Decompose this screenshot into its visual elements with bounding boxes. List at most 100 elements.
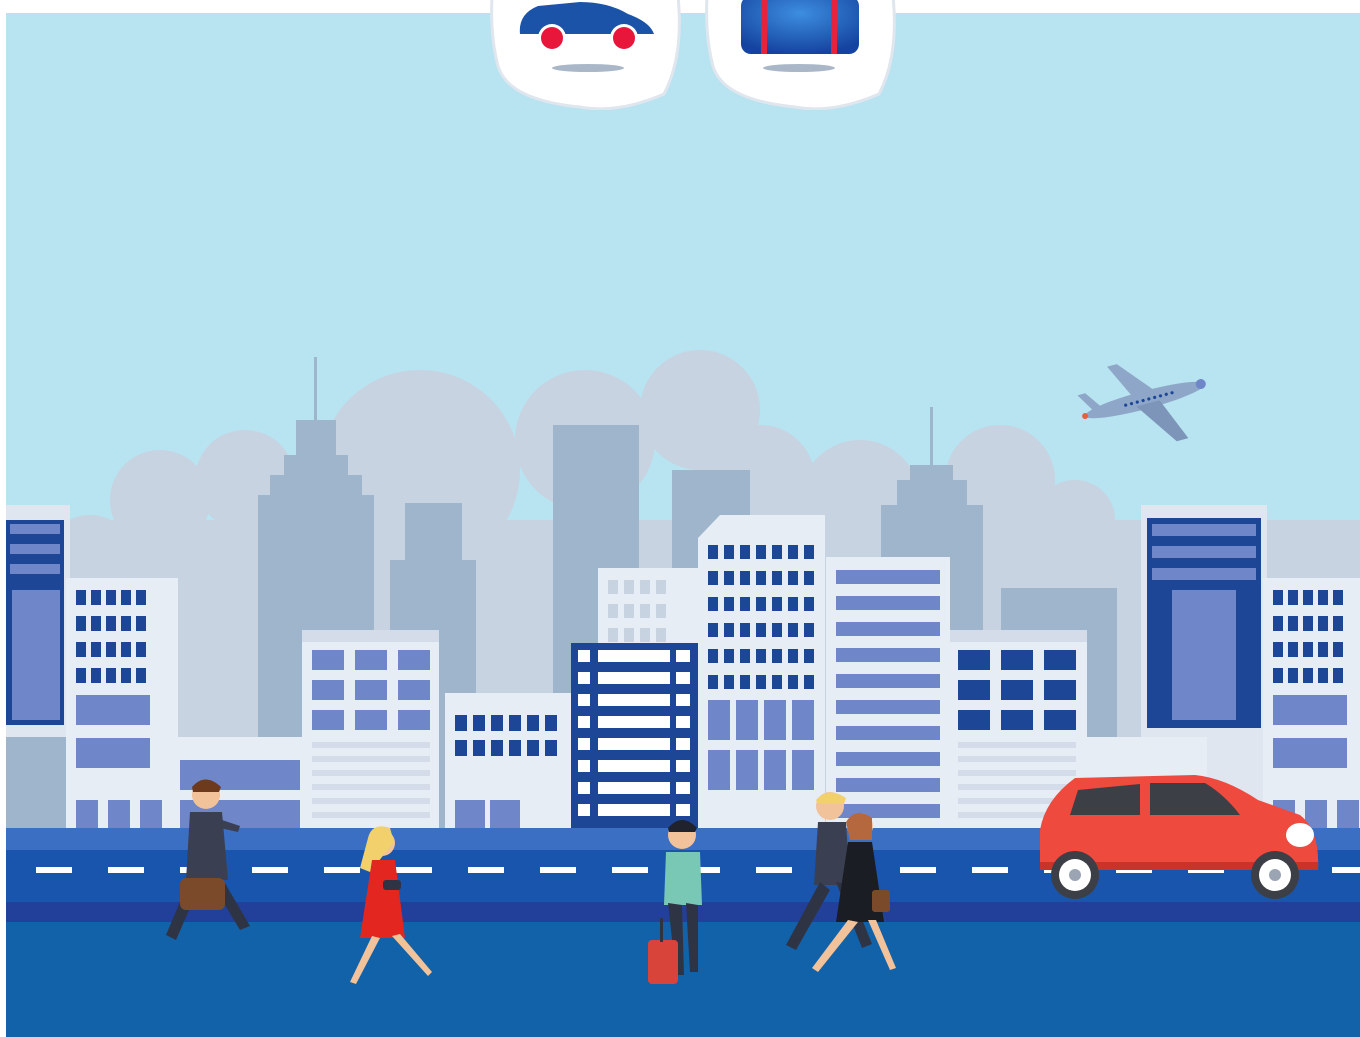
- window: [455, 715, 467, 731]
- window: [708, 700, 730, 740]
- window: [91, 616, 101, 631]
- window: [1337, 800, 1359, 830]
- luggage-category-tile[interactable]: [703, 0, 897, 111]
- window: [1303, 642, 1313, 657]
- window: [598, 672, 670, 684]
- window: [355, 650, 387, 670]
- window: [578, 760, 590, 772]
- window: [788, 675, 798, 689]
- window: [312, 798, 430, 804]
- window: [676, 650, 690, 662]
- window: [624, 580, 634, 594]
- lane-marking: [324, 867, 360, 873]
- window: [76, 695, 150, 725]
- window: [804, 675, 814, 689]
- window: [121, 590, 131, 605]
- car-tile-shape: [490, 0, 681, 111]
- lane-marking: [108, 867, 144, 873]
- window: [76, 738, 150, 768]
- window: [708, 571, 718, 585]
- window: [76, 616, 86, 631]
- window: [836, 596, 940, 610]
- window: [788, 649, 798, 663]
- window: [958, 784, 1076, 790]
- window: [121, 642, 131, 657]
- window: [1318, 616, 1328, 631]
- window: [756, 545, 766, 559]
- window: [1333, 616, 1343, 631]
- window: [598, 716, 670, 728]
- window: [792, 750, 814, 790]
- window: [740, 649, 750, 663]
- window: [958, 742, 1076, 748]
- window: [1288, 668, 1298, 683]
- window: [756, 623, 766, 637]
- window: [312, 650, 344, 670]
- window: [10, 564, 60, 574]
- window: [10, 544, 60, 554]
- window: [740, 675, 750, 689]
- window: [958, 756, 1076, 762]
- window: [836, 622, 940, 636]
- window: [708, 649, 718, 663]
- window: [804, 597, 814, 611]
- lane-marking: [540, 867, 576, 873]
- window: [578, 672, 590, 684]
- window: [12, 590, 60, 720]
- window: [740, 571, 750, 585]
- window: [91, 642, 101, 657]
- window: [640, 580, 650, 594]
- window: [1273, 590, 1283, 605]
- window: [608, 628, 618, 642]
- window: [398, 680, 430, 700]
- window: [1333, 668, 1343, 683]
- window: [708, 597, 718, 611]
- window: [656, 580, 666, 594]
- window: [1273, 668, 1283, 683]
- window: [724, 649, 734, 663]
- window: [598, 782, 670, 794]
- window: [312, 756, 430, 762]
- window: [106, 590, 116, 605]
- window: [1152, 546, 1256, 558]
- window: [598, 804, 670, 816]
- window: [804, 649, 814, 663]
- window: [736, 750, 758, 790]
- luggage-icon: [741, 0, 859, 54]
- window: [740, 597, 750, 611]
- window: [772, 545, 782, 559]
- window: [804, 545, 814, 559]
- window: [578, 650, 590, 662]
- window: [455, 800, 485, 830]
- window: [656, 628, 666, 642]
- window: [76, 642, 86, 657]
- window: [1273, 616, 1283, 631]
- window: [1288, 590, 1298, 605]
- window: [473, 715, 485, 731]
- window: [1044, 710, 1076, 730]
- window: [509, 740, 521, 756]
- car-wheel-icon: [1251, 851, 1299, 899]
- window: [76, 590, 86, 605]
- window: [724, 545, 734, 559]
- window: [772, 675, 782, 689]
- window: [136, 616, 146, 631]
- window: [624, 628, 634, 642]
- window: [764, 700, 786, 740]
- lane-marking: [612, 867, 648, 873]
- window: [1273, 642, 1283, 657]
- window: [608, 604, 618, 618]
- window: [756, 649, 766, 663]
- window: [656, 604, 666, 618]
- window: [724, 623, 734, 637]
- window: [736, 700, 758, 740]
- window: [792, 700, 814, 740]
- window: [1273, 738, 1347, 768]
- window: [1172, 590, 1236, 720]
- window: [788, 571, 798, 585]
- window: [76, 668, 86, 683]
- window: [1152, 568, 1256, 580]
- window: [640, 604, 650, 618]
- window: [836, 648, 940, 662]
- car-category-tile[interactable]: [488, 0, 682, 111]
